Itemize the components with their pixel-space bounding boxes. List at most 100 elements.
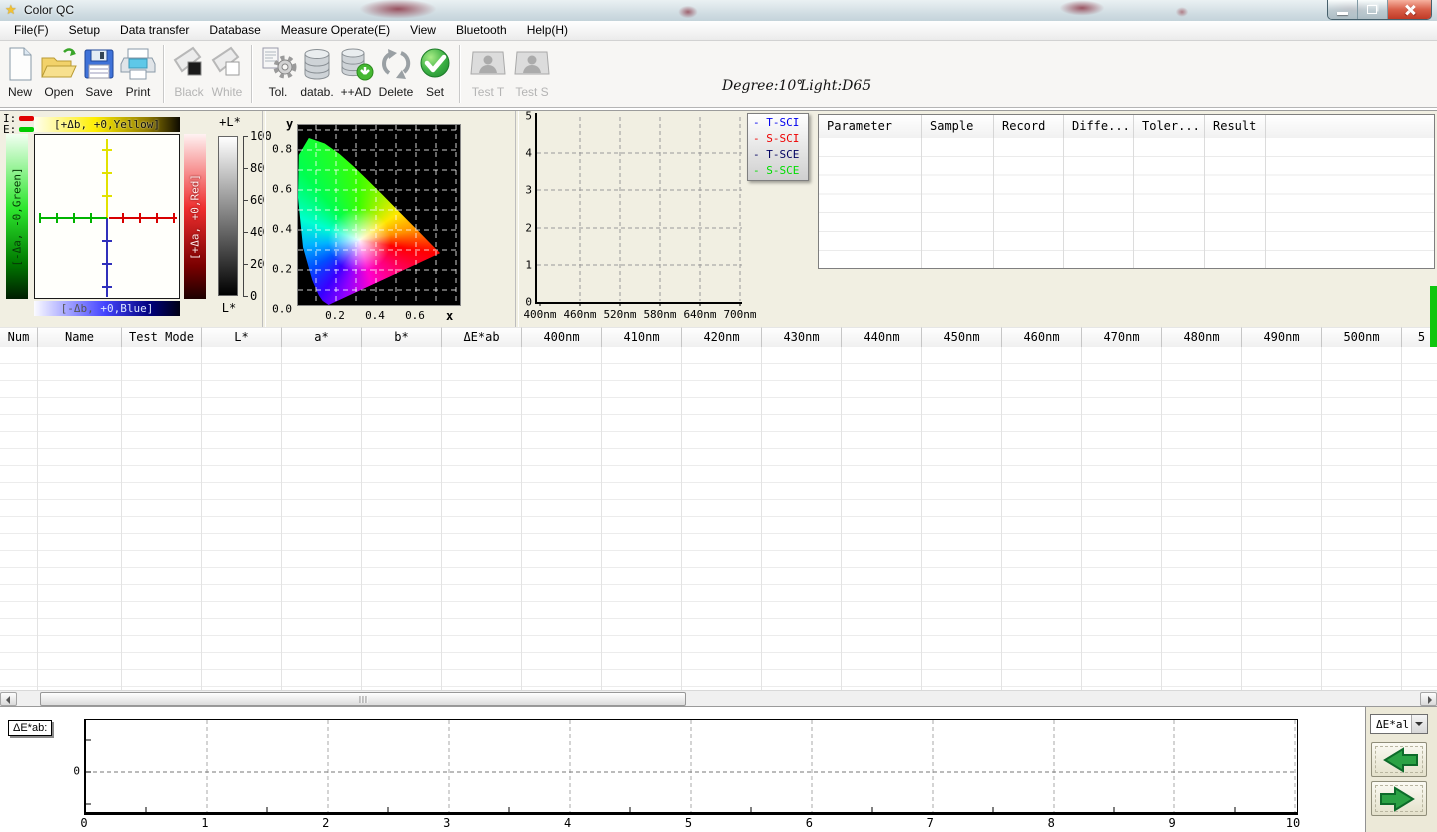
column-header-nm[interactable]: 430nm — [762, 327, 842, 347]
column-header-toler[interactable]: Toler... — [1134, 115, 1205, 138]
axis-tick-label: 0.2 — [272, 262, 292, 276]
plot-axis — [102, 149, 112, 151]
sample-color-chip — [19, 127, 35, 132]
column-header-nm[interactable]: 410nm — [602, 327, 682, 347]
table-column — [682, 347, 762, 690]
column-header-nm[interactable]: 500nm — [1322, 327, 1402, 347]
menu-item-measure-operate-e-[interactable]: Measure Operate(E) — [271, 21, 400, 40]
table-column — [282, 347, 362, 690]
open-button[interactable]: Open — [39, 43, 79, 105]
axis-tick-label: 0.4 — [365, 309, 385, 322]
plot-axis — [122, 213, 124, 223]
set-button[interactable]: Set — [417, 43, 453, 105]
menu-bar: File(F) Setup Data transfer Database Measure… — [0, 21, 1437, 41]
plot-axis — [139, 213, 141, 223]
color-qc-window: ★ Color QC File(F) Setup Data transfer Data… — [0, 0, 1437, 832]
menu-item-bluetooth[interactable]: Bluetooth — [446, 21, 517, 40]
new-button[interactable]: New — [3, 43, 37, 105]
axis-tick-label: 0.8 — [272, 142, 292, 156]
legend-item-t-sci: - T-SCI — [753, 116, 800, 129]
restore-icon — [1367, 5, 1377, 14]
axis-tick-label: 9 — [1168, 816, 1176, 830]
axis-tick-label: 400nm — [523, 308, 557, 321]
menu-item-view[interactable]: View — [400, 21, 446, 40]
column-header-nm[interactable]: 440nm — [842, 327, 922, 347]
save-button[interactable]: Save — [81, 43, 117, 105]
column-header-nm[interactable]: 490nm — [1242, 327, 1322, 347]
column-header-nm[interactable]: 420nm — [682, 327, 762, 347]
close-button[interactable] — [1388, 0, 1431, 19]
database-icon — [299, 43, 335, 85]
black-calibration-button[interactable]: Black — [171, 43, 207, 105]
menu-item-setup[interactable]: Setup — [59, 21, 110, 40]
column-header-name[interactable]: Name — [38, 327, 122, 347]
table-column — [1162, 347, 1242, 690]
add-to-database-button[interactable]: ++AD — [337, 43, 375, 105]
next-record-button[interactable] — [1371, 781, 1427, 816]
column-header-nm[interactable]: 450nm — [922, 327, 1002, 347]
previous-record-button[interactable] — [1371, 742, 1427, 777]
column-header-b*[interactable]: b* — [362, 327, 442, 347]
parameter-table-body — [819, 138, 1434, 268]
black-calibration-icon — [171, 43, 207, 85]
dropdown-arrow-button[interactable] — [1411, 715, 1427, 733]
axis-tick-label: 520nm — [603, 308, 637, 321]
spectral-grid — [537, 117, 742, 306]
plot-axis — [156, 213, 158, 223]
column-header-nm[interactable]: 480nm — [1162, 327, 1242, 347]
column-header-nm[interactable]: 400nm — [522, 327, 602, 347]
plot-axis — [102, 195, 112, 197]
menu-item-data-transfer[interactable]: Data transfer — [110, 21, 199, 40]
trend-grid — [86, 720, 1297, 812]
tolerance-button[interactable]: Tol. — [259, 43, 297, 105]
cie-y-axis-title: y — [286, 117, 294, 131]
title-bar[interactable]: ★ Color QC — [0, 0, 1437, 21]
database-button[interactable]: datab. — [299, 43, 335, 105]
column-header-parameter[interactable]: Parameter — [819, 115, 922, 138]
column-header-e*ab[interactable]: ΔE*ab — [442, 327, 522, 347]
test-target-button[interactable]: Test T — [467, 43, 509, 105]
green-arrow-left-icon — [1383, 746, 1418, 773]
delete-button[interactable]: Delete — [377, 43, 415, 105]
axis-tick-label: 0.6 — [272, 182, 292, 196]
column-header-result[interactable]: Result — [1205, 115, 1266, 138]
table-column — [922, 347, 1002, 690]
menu-item-help-h-[interactable]: Help(H) — [517, 21, 578, 40]
scrollbar-thumb[interactable] — [40, 692, 686, 706]
menu-item-database[interactable]: Database — [199, 21, 270, 40]
cie-grid — [298, 125, 460, 305]
green-indicator-strip — [1430, 286, 1437, 347]
metric-selector-value: ΔE*al — [1376, 718, 1410, 731]
column-header-nm[interactable]: 460nm — [1002, 327, 1082, 347]
scroll-left-button[interactable] — [0, 692, 17, 706]
metric-selector-dropdown[interactable]: ΔE*al — [1370, 714, 1428, 734]
restore-button[interactable] — [1358, 0, 1388, 19]
column-header-l*[interactable]: L* — [202, 327, 282, 347]
axis-tick-label: 1 — [525, 258, 532, 272]
record-table[interactable]: Num Name Test Mode L* a* b* ΔE*ab 400nm 410nm 420… — [0, 327, 1437, 690]
toolbar-separator — [163, 45, 165, 103]
horizontal-scrollbar[interactable] — [0, 690, 1437, 706]
column-header-a*[interactable]: a* — [282, 327, 362, 347]
cie-x-axis-title: x — [446, 309, 454, 323]
l-scale-bracket — [243, 136, 244, 297]
scroll-right-button[interactable] — [1420, 692, 1437, 706]
column-header-diffe[interactable]: Diffe... — [1064, 115, 1134, 138]
column-header-nm[interactable]: 470nm — [1082, 327, 1162, 347]
column-header-testmode[interactable]: Test Mode — [122, 327, 202, 347]
green-axis-bar: [-Δa, -0,Green] — [6, 134, 28, 299]
column-header-sample[interactable]: Sample — [922, 115, 994, 138]
arrow-left-icon — [6, 696, 10, 704]
lab-difference-panel: I: E: [+Δb, +0,Yellow] [-Δa, -0,Green] [… — [0, 111, 272, 327]
white-calibration-button[interactable]: White — [209, 43, 245, 105]
column-header-record[interactable]: Record — [994, 115, 1064, 138]
print-button[interactable]: Print — [119, 43, 157, 105]
menu-item-file-f-[interactable]: File(F) — [4, 21, 59, 40]
minimize-button[interactable] — [1328, 0, 1358, 19]
table-column — [819, 138, 922, 268]
test-sample-button[interactable]: Test S — [511, 43, 553, 105]
parameter-table[interactable]: Parameter Sample Record Diffe... Toler... Res… — [818, 114, 1435, 269]
plot-axis — [90, 213, 92, 223]
table-column — [1064, 138, 1134, 268]
column-header-num[interactable]: Num — [0, 327, 38, 347]
